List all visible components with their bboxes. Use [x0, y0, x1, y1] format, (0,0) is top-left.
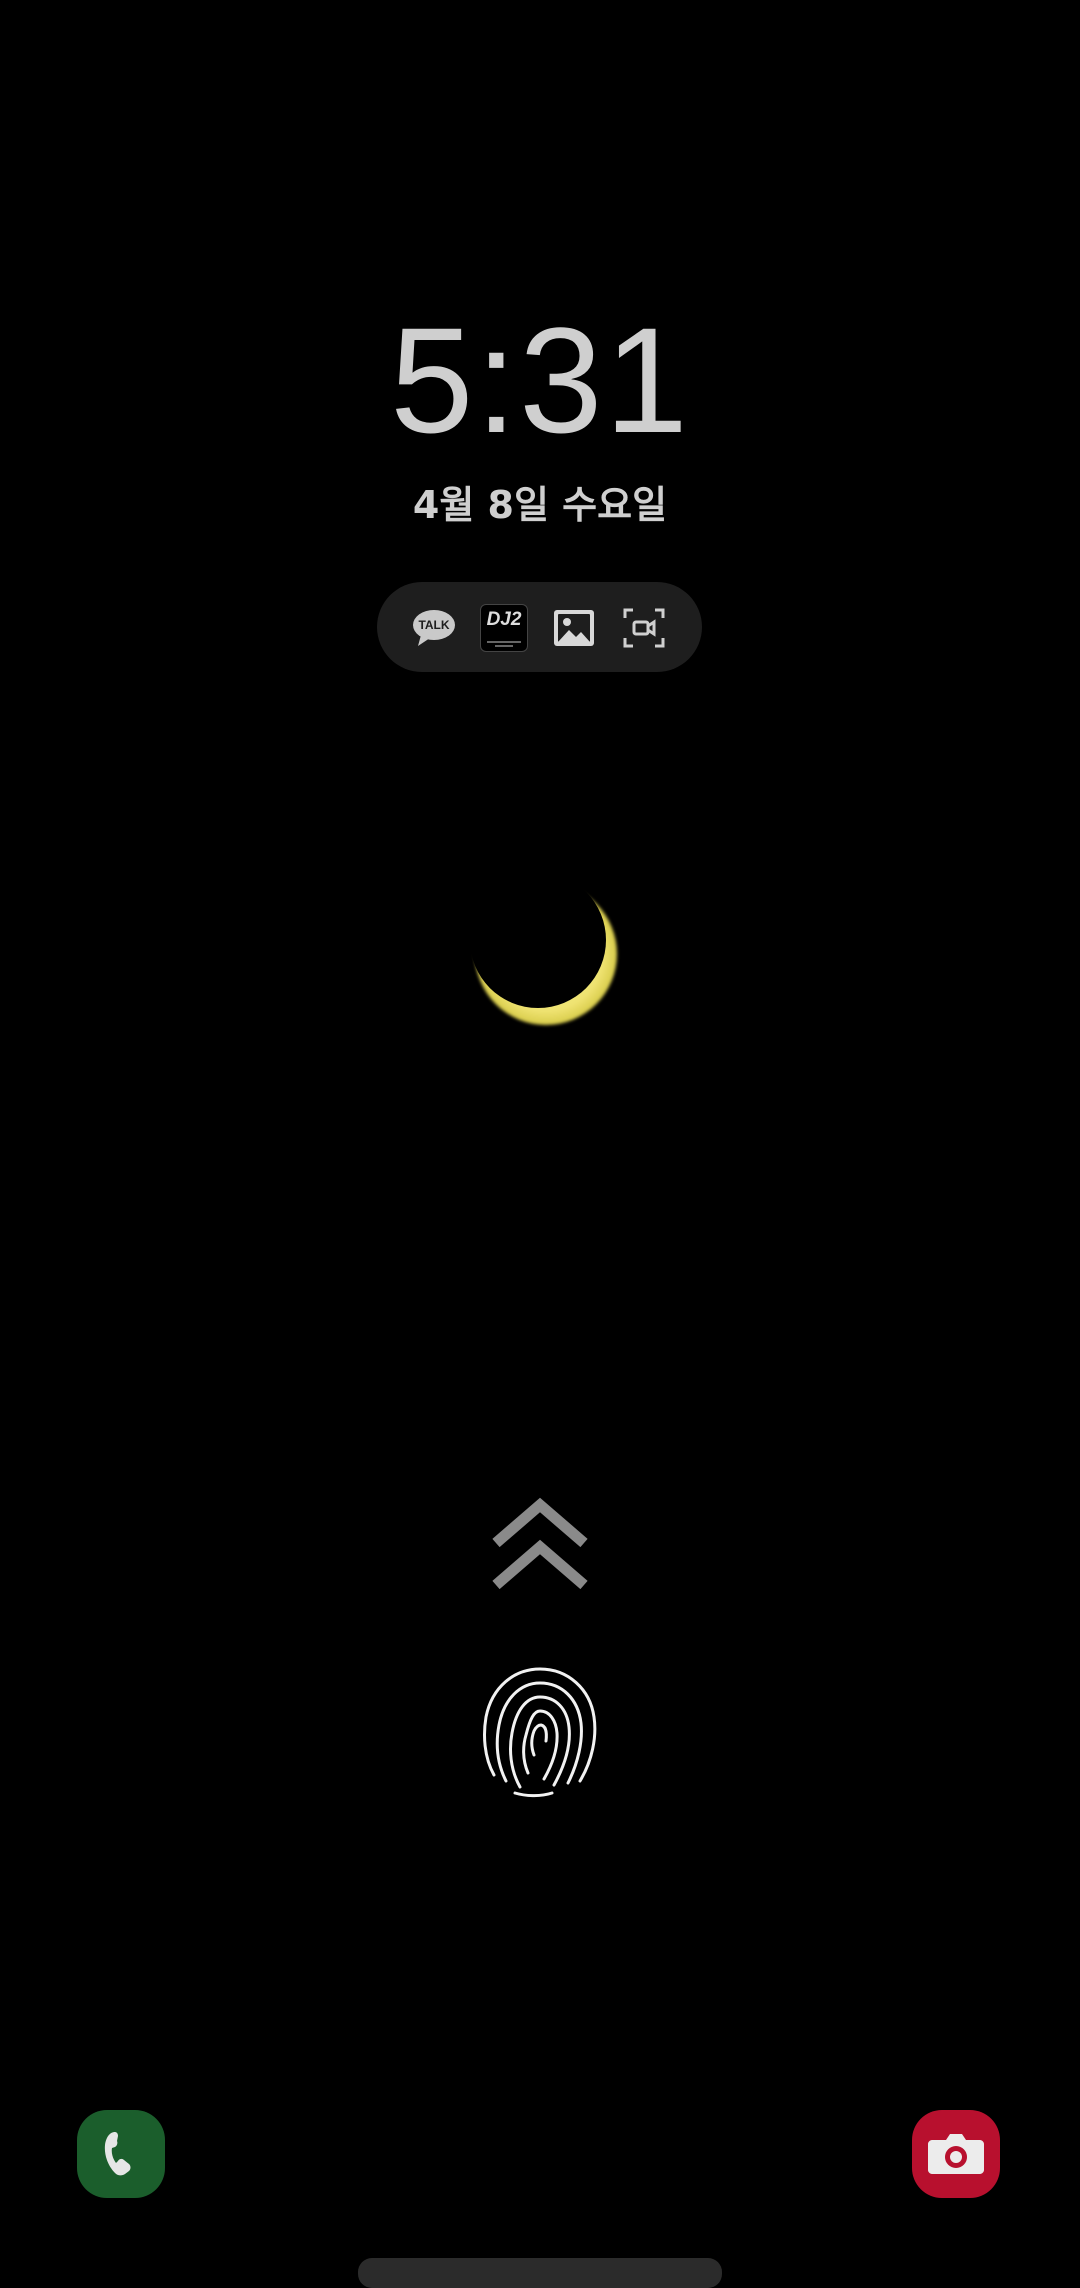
clock-time: 5:31 [390, 296, 690, 464]
kakaotalk-icon[interactable]: TALK [410, 604, 458, 652]
gallery-icon[interactable] [550, 604, 598, 652]
phone-shortcut-button[interactable] [77, 2110, 165, 2198]
screen-recorder-icon[interactable] [620, 604, 668, 652]
dj2-label: DJ2 [486, 609, 522, 630]
fingerprint-icon[interactable] [480, 1665, 600, 1800]
notification-icons-pill[interactable]: TALK DJ2 [377, 582, 702, 672]
dj2-app-icon[interactable]: DJ2 [480, 604, 528, 652]
clock-date: 4월 8일 수요일 [412, 483, 668, 527]
camera-icon [928, 2134, 984, 2174]
dj2-subtext-line [487, 641, 521, 643]
lock-screen: 5:31 4월 8일 수요일 TALK DJ2 [0, 0, 1080, 2288]
double-chevron-up-icon [490, 1495, 590, 1595]
crescent-moon-wallpaper [460, 870, 640, 1050]
phone-icon [104, 2132, 131, 2176]
camera-shortcut-button[interactable] [912, 2110, 1000, 2198]
kakaotalk-label: TALK [418, 618, 449, 632]
home-handle[interactable] [358, 2258, 722, 2288]
dj2-subtext-line [495, 645, 513, 647]
